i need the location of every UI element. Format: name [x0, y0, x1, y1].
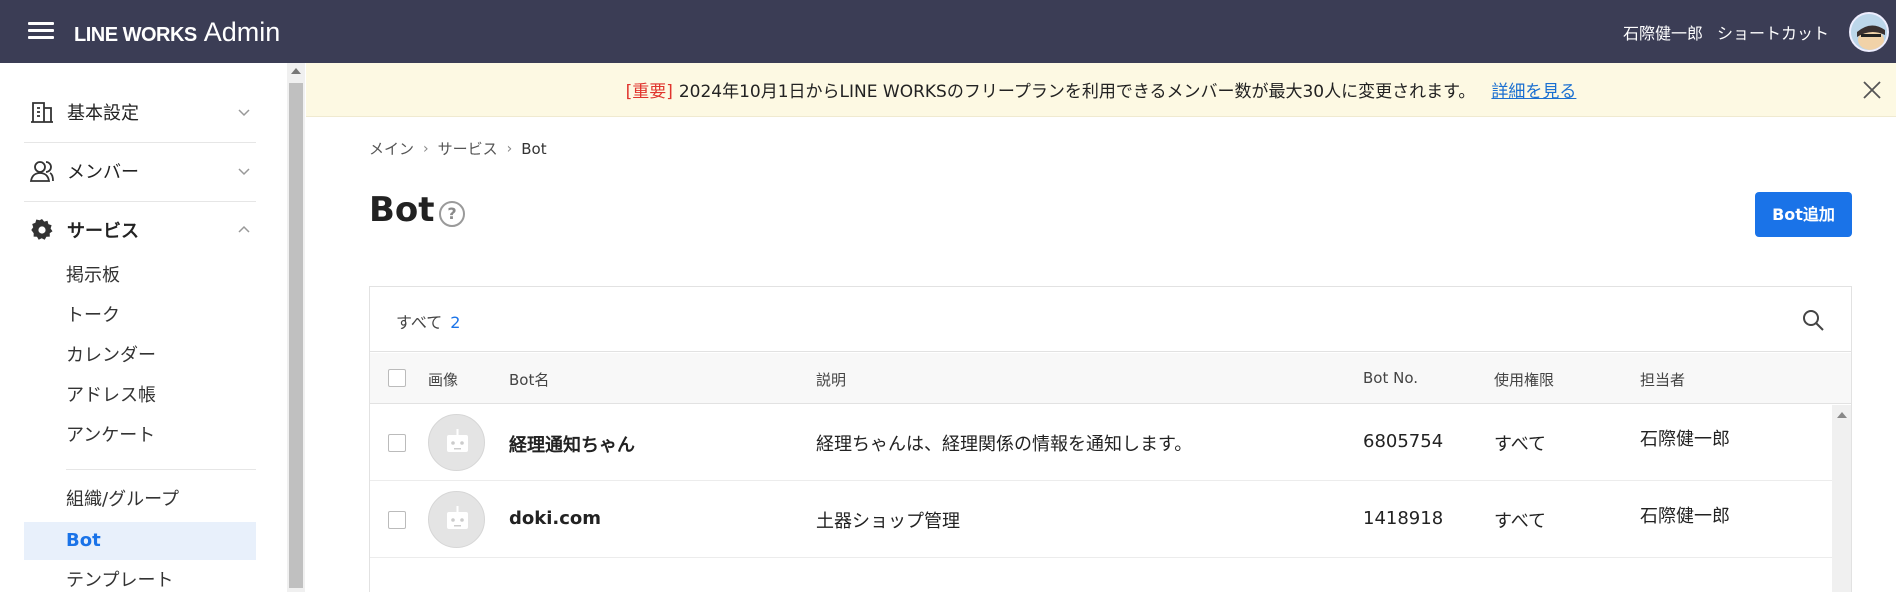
filter-all-label: すべて	[396, 313, 443, 332]
header-description: 説明	[816, 371, 847, 389]
filter-all[interactable]: すべて 2	[396, 309, 460, 333]
filter-count: 2	[450, 313, 461, 332]
bot-description: 経理ちゃんは、経理関係の情報を通知します。	[816, 434, 1193, 455]
sidebar-group-services[interactable]: サービス	[24, 201, 256, 259]
top-bar: LINE WORKS Admin 石際健一郎 ショートカット	[0, 0, 1896, 63]
sidebar-scrollbar[interactable]	[287, 63, 305, 592]
notice-banner: [重要] 2024年10月1日からLINE WORKSのフリープランを利用できる…	[306, 63, 1896, 117]
notice-details-link[interactable]: 詳細を見る	[1491, 77, 1576, 102]
table-row[interactable]: 経理通知ちゃん 経理ちゃんは、経理関係の情報を通知します。 6805754 すべ…	[370, 405, 1832, 481]
menu-icon[interactable]	[28, 20, 54, 42]
add-bot-button[interactable]: Bot追加	[1755, 192, 1852, 237]
sidebar-item-bulletin[interactable]: 掲示板	[24, 257, 256, 295]
sidebar-item-survey[interactable]: アンケート	[24, 417, 256, 455]
header-bot-name[interactable]: Bot名	[509, 369, 549, 390]
header-image: 画像	[428, 371, 459, 389]
bot-name[interactable]: 経理通知ちゃん	[509, 431, 635, 457]
user-name[interactable]: 石際健一郎	[1623, 20, 1703, 44]
bot-number: 1418918	[1363, 508, 1444, 529]
header-permission: 使用権限	[1494, 371, 1555, 389]
sidebar-item-org-group[interactable]: 組織/グループ	[24, 481, 256, 519]
sidebar-item-bot[interactable]: Bot	[24, 522, 256, 560]
robot-icon	[447, 506, 468, 529]
building-icon	[31, 102, 53, 123]
scrollbar-thumb[interactable]	[289, 83, 303, 588]
bot-name[interactable]: doki.com	[509, 508, 601, 529]
scroll-up-icon[interactable]	[1837, 412, 1847, 418]
table-row[interactable]: doki.com 土器ショップ管理 1418918 すべて 石際健一郎	[370, 482, 1832, 558]
sidebar-group-members[interactable]: メンバー	[24, 142, 256, 200]
table-header: 画像 Bot名 説明 Bot No. 使用権限 担当者	[370, 353, 1851, 404]
bot-list-panel: すべて 2 画像 Bot名 説明 Bot No. 使用権限 担当者 経理通知ちゃん…	[369, 286, 1852, 592]
breadcrumb-current: Bot	[521, 139, 547, 158]
avatar[interactable]	[1849, 11, 1889, 52]
sidebar-group-label: メンバー	[67, 162, 139, 183]
breadcrumb: メイン › サービス › Bot	[369, 138, 547, 159]
chevron-up-icon	[238, 225, 250, 233]
sidebar-item-address-book[interactable]: アドレス帳	[24, 377, 256, 415]
divider	[66, 469, 256, 470]
brand-name: LINE WORKS	[74, 24, 197, 46]
search-icon[interactable]	[1801, 308, 1825, 332]
bot-manager: 石際健一郎	[1640, 429, 1730, 450]
sidebar-item-template[interactable]: テンプレート	[24, 562, 256, 592]
chevron-down-icon	[238, 109, 250, 117]
bot-number: 6805754	[1363, 431, 1444, 452]
close-icon[interactable]	[1862, 80, 1882, 100]
bot-avatar	[428, 414, 485, 471]
bot-description: 土器ショップ管理	[816, 511, 960, 532]
row-checkbox[interactable]	[388, 434, 406, 452]
robot-icon	[447, 429, 468, 452]
sidebar: 基本設定 メンバー サービス 掲示板 トーク カレンダー アドレス帳 アンケート…	[0, 63, 290, 592]
sidebar-group-basic-settings[interactable]: 基本設定	[24, 83, 256, 141]
bot-permission: すべて	[1494, 511, 1547, 532]
header-manager: 担当者	[1640, 371, 1686, 389]
brand-logo[interactable]: LINE WORKS Admin	[74, 17, 280, 47]
filter-bar: すべて 2	[370, 287, 1851, 352]
sidebar-group-label: サービス	[67, 221, 139, 242]
bot-avatar	[428, 491, 485, 548]
scroll-up-icon[interactable]	[291, 68, 301, 74]
bot-permission: すべて	[1494, 434, 1547, 455]
select-all-checkbox[interactable]	[388, 369, 406, 387]
help-icon[interactable]: ?	[439, 201, 465, 227]
brand-app: Admin	[203, 17, 281, 47]
page-title: Bot	[369, 190, 435, 230]
breadcrumb-service[interactable]: サービス	[438, 138, 498, 159]
bot-manager: 石際健一郎	[1640, 506, 1730, 527]
notice-text: 2024年10月1日からLINE WORKSのフリープランを利用できるメンバー数…	[678, 82, 1476, 102]
notice-tag: [重要]	[625, 82, 673, 102]
sidebar-item-talk[interactable]: トーク	[24, 297, 256, 335]
gear-icon	[31, 219, 53, 240]
chevron-down-icon	[238, 168, 250, 176]
members-icon	[29, 161, 54, 182]
sidebar-item-calendar[interactable]: カレンダー	[24, 337, 256, 375]
chevron-right-icon: ›	[506, 140, 513, 157]
chevron-right-icon: ›	[423, 140, 429, 157]
header-bot-no[interactable]: Bot No.	[1363, 369, 1418, 387]
shortcut-link[interactable]: ショートカット	[1717, 20, 1829, 44]
row-checkbox[interactable]	[388, 511, 406, 529]
sidebar-group-label: 基本設定	[67, 103, 139, 124]
table-scrollbar[interactable]	[1832, 405, 1851, 592]
breadcrumb-main[interactable]: メイン	[369, 138, 414, 159]
